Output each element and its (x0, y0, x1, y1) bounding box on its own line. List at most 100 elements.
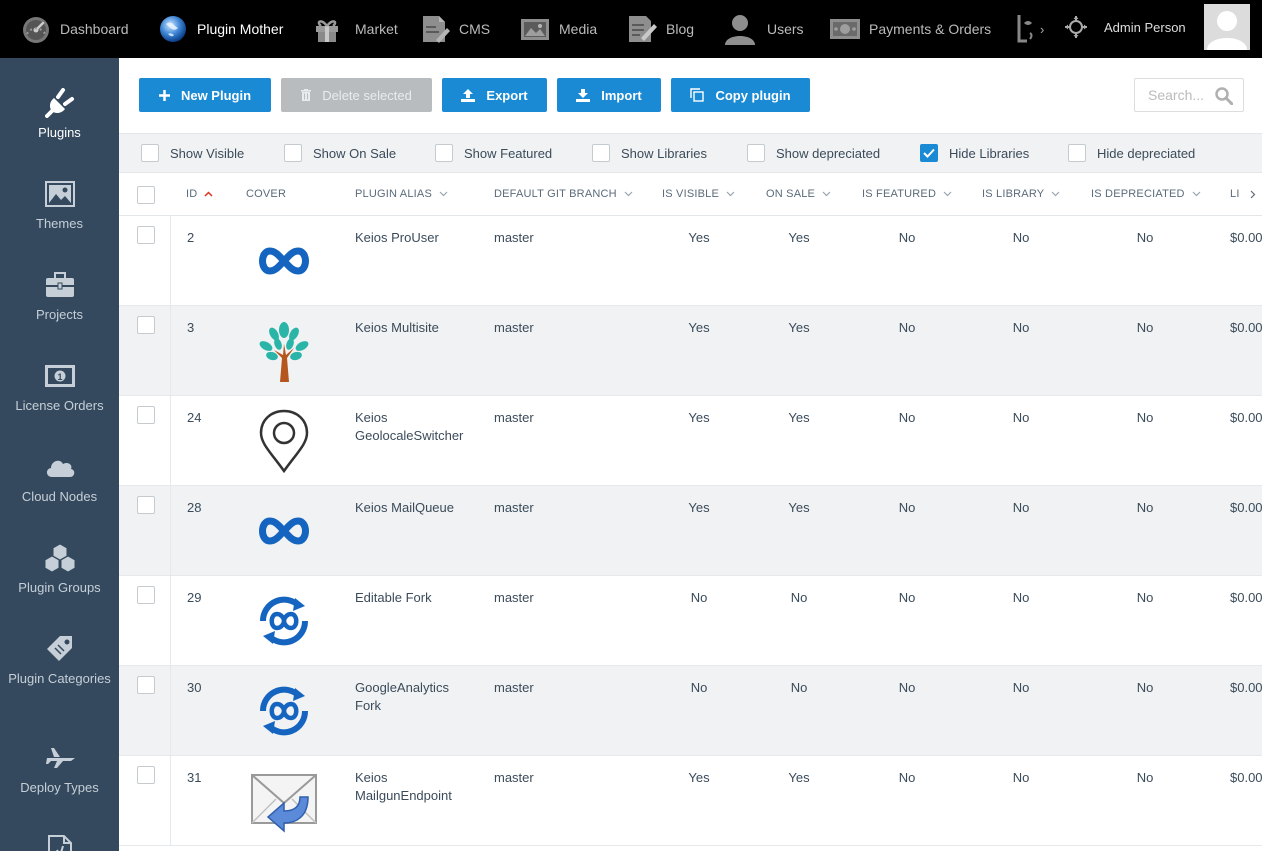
tag-icon (43, 632, 77, 666)
sidebar-item-cloud-nodes[interactable]: Cloud Nodes (0, 450, 119, 506)
table-row[interactable]: 31 Keios MailgunEndpoint master Yes Yes … (119, 756, 1262, 846)
main-content: New Plugin Delete selected Export Import… (119, 58, 1262, 851)
table-row[interactable]: 2 Keios ProUser master Yes Yes No No No … (119, 216, 1262, 306)
checkbox[interactable] (592, 144, 610, 162)
column-is-depreciated[interactable]: IS DEPRECIATED (1091, 188, 1201, 200)
move-icon[interactable] (1064, 15, 1088, 39)
sidebar-item-plugins[interactable]: Plugins (0, 86, 119, 142)
filter-label: Hide Libraries (949, 145, 1030, 161)
row-checkbox[interactable] (137, 406, 155, 424)
sidebar-item-themes[interactable]: Themes (0, 177, 119, 233)
column-is-library[interactable]: IS LIBRARY (982, 188, 1060, 200)
checkbox[interactable] (435, 144, 453, 162)
avatar[interactable] (1204, 4, 1250, 50)
filter-label: Show Featured (464, 145, 553, 161)
globe-icon (158, 14, 188, 44)
nav-item-media[interactable]: Media (520, 0, 597, 58)
nav-item-users[interactable]: Users (724, 0, 804, 58)
sidebar-item-plugin-groups[interactable]: Plugin Groups (0, 541, 119, 597)
row-checkbox[interactable] (137, 676, 155, 694)
filter-show-libraries[interactable]: Show Libraries (592, 144, 707, 162)
filter-show-visible[interactable]: Show Visible (141, 144, 244, 162)
sidebar-item-plugin-categories[interactable]: Plugin Categories (0, 632, 119, 688)
nav-item-dashboard[interactable]: Dashboard (21, 0, 129, 58)
trash-icon (301, 89, 312, 101)
import-button[interactable]: Import (557, 78, 661, 112)
checkbox[interactable] (141, 144, 159, 162)
button-label: Import (601, 87, 642, 103)
column-default-git-branch[interactable]: DEFAULT GIT BRANCH (494, 188, 633, 200)
cell-alias[interactable]: GoogleAnalytics Fork (355, 679, 465, 715)
sidebar-item-label: Themes (36, 216, 83, 231)
filter-show-depreciated[interactable]: Show depreciated (747, 144, 880, 162)
checkbox[interactable] (284, 144, 302, 162)
cloud-icon (43, 450, 77, 484)
checkbox[interactable] (747, 144, 765, 162)
sidebar-item-projects[interactable]: Projects (0, 268, 119, 324)
nav-item-blog[interactable]: Blog (627, 0, 694, 58)
column-id[interactable]: ID (186, 188, 213, 200)
cell-alias[interactable]: Keios MailgunEndpoint (355, 769, 475, 805)
cell-branch: master (494, 500, 534, 515)
cell-on-sale: Yes (788, 320, 810, 335)
delete-selected-button[interactable]: Delete selected (281, 78, 432, 112)
cell-price: $0.00 (1230, 770, 1262, 785)
button-label: Copy plugin (715, 87, 791, 103)
column-license-price[interactable]: LI (1230, 188, 1256, 200)
filter-show-featured[interactable]: Show Featured (435, 144, 552, 162)
cell-alias[interactable]: Keios Multisite (355, 319, 439, 337)
copy-icon (690, 88, 705, 102)
export-button[interactable]: Export (442, 78, 547, 112)
cell-branch: master (494, 770, 534, 785)
search-icon[interactable] (1215, 87, 1234, 106)
filter-hide-depreciated[interactable]: Hide depreciated (1068, 144, 1195, 162)
table-row[interactable]: 3 Keios Multisite master Yes Yes No No N… (119, 306, 1262, 396)
filter-label: Show On Sale (313, 145, 397, 161)
cell-alias[interactable]: Keios MailQueue (355, 499, 454, 517)
table-row[interactable]: 29 Editable Fork master No No No No No $… (119, 576, 1262, 666)
user-name[interactable]: Admin Person (1104, 20, 1186, 35)
table-row[interactable]: 28 Keios MailQueue master Yes Yes No No … (119, 486, 1262, 576)
row-checkbox[interactable] (137, 586, 155, 604)
new-plugin-button[interactable]: New Plugin (139, 78, 271, 112)
nav-item-plugin-mother[interactable]: Plugin Mother (158, 0, 283, 58)
search-input[interactable] (1135, 79, 1215, 111)
filter-show-on-sale[interactable]: Show On Sale (284, 144, 396, 162)
chevron-right-icon[interactable] (1250, 190, 1256, 199)
column-plugin-alias[interactable]: PLUGIN ALIAS (355, 188, 448, 200)
row-checkbox[interactable] (137, 226, 155, 244)
nav-item-cms[interactable]: CMS (420, 0, 490, 58)
cell-featured: No (898, 770, 916, 785)
nav-item-payments-orders[interactable]: Payments & Orders (830, 0, 991, 58)
chevron-down-icon (1192, 191, 1201, 197)
nav-item-market[interactable]: Market (312, 0, 398, 58)
select-all-checkbox[interactable] (137, 186, 155, 204)
sidebar-item-clipped[interactable] (0, 832, 119, 851)
cell-featured: No (898, 320, 916, 335)
column-on-sale[interactable]: ON SALE (766, 188, 831, 200)
table-row[interactable]: 30 GoogleAnalytics Fork master No No No … (119, 666, 1262, 756)
row-checkbox[interactable] (137, 496, 155, 514)
table-row[interactable]: 24 Keios GeolocaleSwitcher master Yes Ye… (119, 396, 1262, 486)
filter-hide-libraries[interactable]: Hide Libraries (920, 144, 1029, 162)
column-is-visible[interactable]: IS VISIBLE (662, 188, 735, 200)
nav-overflow-button[interactable]: › (1014, 14, 1054, 44)
cell-depreciated: No (1136, 680, 1154, 695)
cell-alias[interactable]: Editable Fork (355, 589, 432, 607)
sidebar-item-license-orders[interactable]: 1 License Orders (0, 359, 119, 415)
checkbox-checked[interactable] (920, 144, 938, 162)
cell-alias[interactable]: Keios ProUser (355, 229, 439, 247)
cell-on-sale: Yes (788, 500, 810, 515)
sidebar-item-deploy-types[interactable]: Deploy Types (0, 741, 119, 797)
checkbox[interactable] (1068, 144, 1086, 162)
column-is-featured[interactable]: IS FEATURED (862, 188, 952, 200)
cell-alias[interactable]: Keios GeolocaleSwitcher (355, 409, 475, 445)
copy-plugin-button[interactable]: Copy plugin (671, 78, 810, 112)
row-checkbox[interactable] (137, 766, 155, 784)
nav-label: Blog (666, 21, 695, 37)
filter-label: Show Libraries (621, 145, 707, 161)
cell-price: $0.00 (1230, 590, 1262, 605)
row-checkbox[interactable] (137, 316, 155, 334)
cell-on-sale: No (790, 680, 808, 695)
cell-visible: Yes (688, 410, 710, 425)
